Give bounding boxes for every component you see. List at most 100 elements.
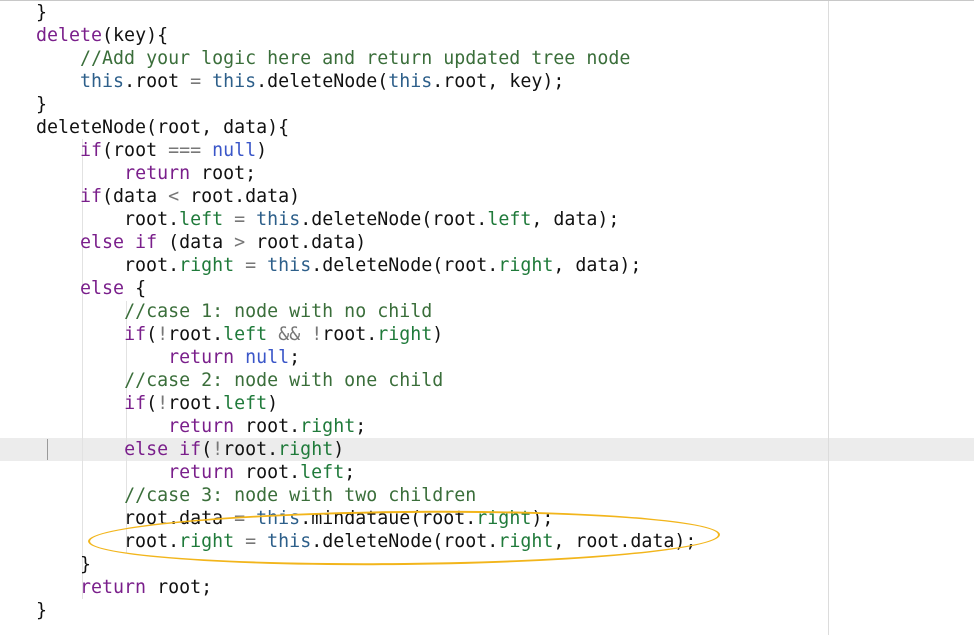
code-token: root. <box>36 255 180 276</box>
code-token: , data); <box>553 255 642 276</box>
code-token: return <box>168 347 235 368</box>
code-token: //case 3: node with two children <box>124 485 477 506</box>
code-token: root. <box>234 462 301 483</box>
code-line[interactable]: //Add your logic here and return updated… <box>36 47 630 70</box>
code-line[interactable]: this.root = this.deleteNode(this.root, k… <box>36 70 564 93</box>
code-token: root. <box>36 209 180 230</box>
code-token: else <box>80 278 125 299</box>
code-line[interactable]: if(root === null) <box>36 139 267 162</box>
code-line[interactable]: if(data < root.data) <box>36 185 300 208</box>
code-token: return <box>80 577 147 598</box>
code-token: left <box>179 209 224 230</box>
code-token: (data <box>102 186 169 207</box>
code-token: left <box>300 462 345 483</box>
code-line[interactable]: } <box>36 553 91 576</box>
code-token: .deleteNode(root. <box>300 209 488 230</box>
code-token: root; <box>146 577 213 598</box>
code-line[interactable]: if(!root.left) <box>36 392 278 415</box>
code-token: ( <box>201 439 213 460</box>
code-token: delete <box>36 25 103 46</box>
code-token: } <box>36 2 48 23</box>
code-editor[interactable]: } delete(key){ //Add your logic here and … <box>0 0 974 635</box>
code-token: === <box>168 140 202 161</box>
code-token: right <box>300 416 356 437</box>
code-token: } <box>36 554 92 575</box>
code-token: .deleteNode(root. <box>311 255 499 276</box>
code-token: //Add your logic here and return updated… <box>80 48 631 69</box>
code-line[interactable]: } <box>36 93 47 116</box>
code-token: ! <box>157 393 169 414</box>
code-line[interactable]: } <box>36 1 47 24</box>
code-token: this <box>267 255 312 276</box>
code-token: , data); <box>531 209 620 230</box>
code-token: null <box>245 347 290 368</box>
code-line[interactable]: return null; <box>36 346 300 369</box>
code-token: ! <box>311 324 323 345</box>
code-token: = <box>190 71 202 92</box>
code-line[interactable]: //case 3: node with two children <box>36 484 476 507</box>
code-token: if <box>80 140 103 161</box>
code-token: left <box>223 324 268 345</box>
code-line[interactable]: else if(!root.right) <box>36 438 344 461</box>
code-token: else if <box>124 439 202 460</box>
code-token: root. <box>234 416 301 437</box>
code-line[interactable]: return root.left; <box>36 461 355 484</box>
code-token: ) <box>333 439 345 460</box>
code-line[interactable]: root.right = this.deleteNode(root.right,… <box>36 254 641 277</box>
code-line[interactable]: deleteNode(root, data){ <box>36 116 289 139</box>
code-token: ; <box>355 416 367 437</box>
code-token: = <box>245 255 257 276</box>
code-token: ; <box>289 347 301 368</box>
code-token: root; <box>190 163 257 184</box>
code-token: ) <box>256 140 268 161</box>
code-token: (data <box>157 232 235 253</box>
code-token: .root, key); <box>432 71 565 92</box>
code-token: root. <box>223 439 279 460</box>
code-line[interactable]: //case 1: node with no child <box>36 300 432 323</box>
code-token: right <box>498 255 554 276</box>
code-line[interactable]: return root; <box>36 576 212 599</box>
code-token: .root <box>124 71 191 92</box>
code-line[interactable]: else if (data > root.data) <box>36 231 366 254</box>
code-token: else if <box>80 232 158 253</box>
code-token: (key){ <box>102 25 169 46</box>
code-token: root. <box>168 324 224 345</box>
code-line[interactable]: if(!root.left && !root.right) <box>36 323 443 346</box>
code-line[interactable]: delete(key){ <box>36 24 168 47</box>
code-line[interactable]: //case 2: node with one child <box>36 369 443 392</box>
code-token: right <box>278 439 334 460</box>
code-token: > <box>234 232 246 253</box>
code-token: //case 2: node with one child <box>124 370 444 391</box>
code-token: } <box>36 94 48 115</box>
code-line[interactable]: return root.right; <box>36 415 366 438</box>
code-token: ! <box>212 439 224 460</box>
code-token: right <box>179 255 235 276</box>
code-line[interactable]: else { <box>36 277 146 300</box>
code-line[interactable]: } <box>36 599 47 622</box>
code-token: if <box>124 324 147 345</box>
code-token: && <box>278 324 301 345</box>
code-line[interactable]: return root; <box>36 162 256 185</box>
code-line[interactable]: root.left = this.deleteNode(root.left, d… <box>36 208 619 231</box>
code-token: this <box>388 71 433 92</box>
code-token: ; <box>344 462 356 483</box>
code-token: right <box>377 324 433 345</box>
code-token: ( <box>146 324 158 345</box>
code-token: (root <box>102 140 169 161</box>
